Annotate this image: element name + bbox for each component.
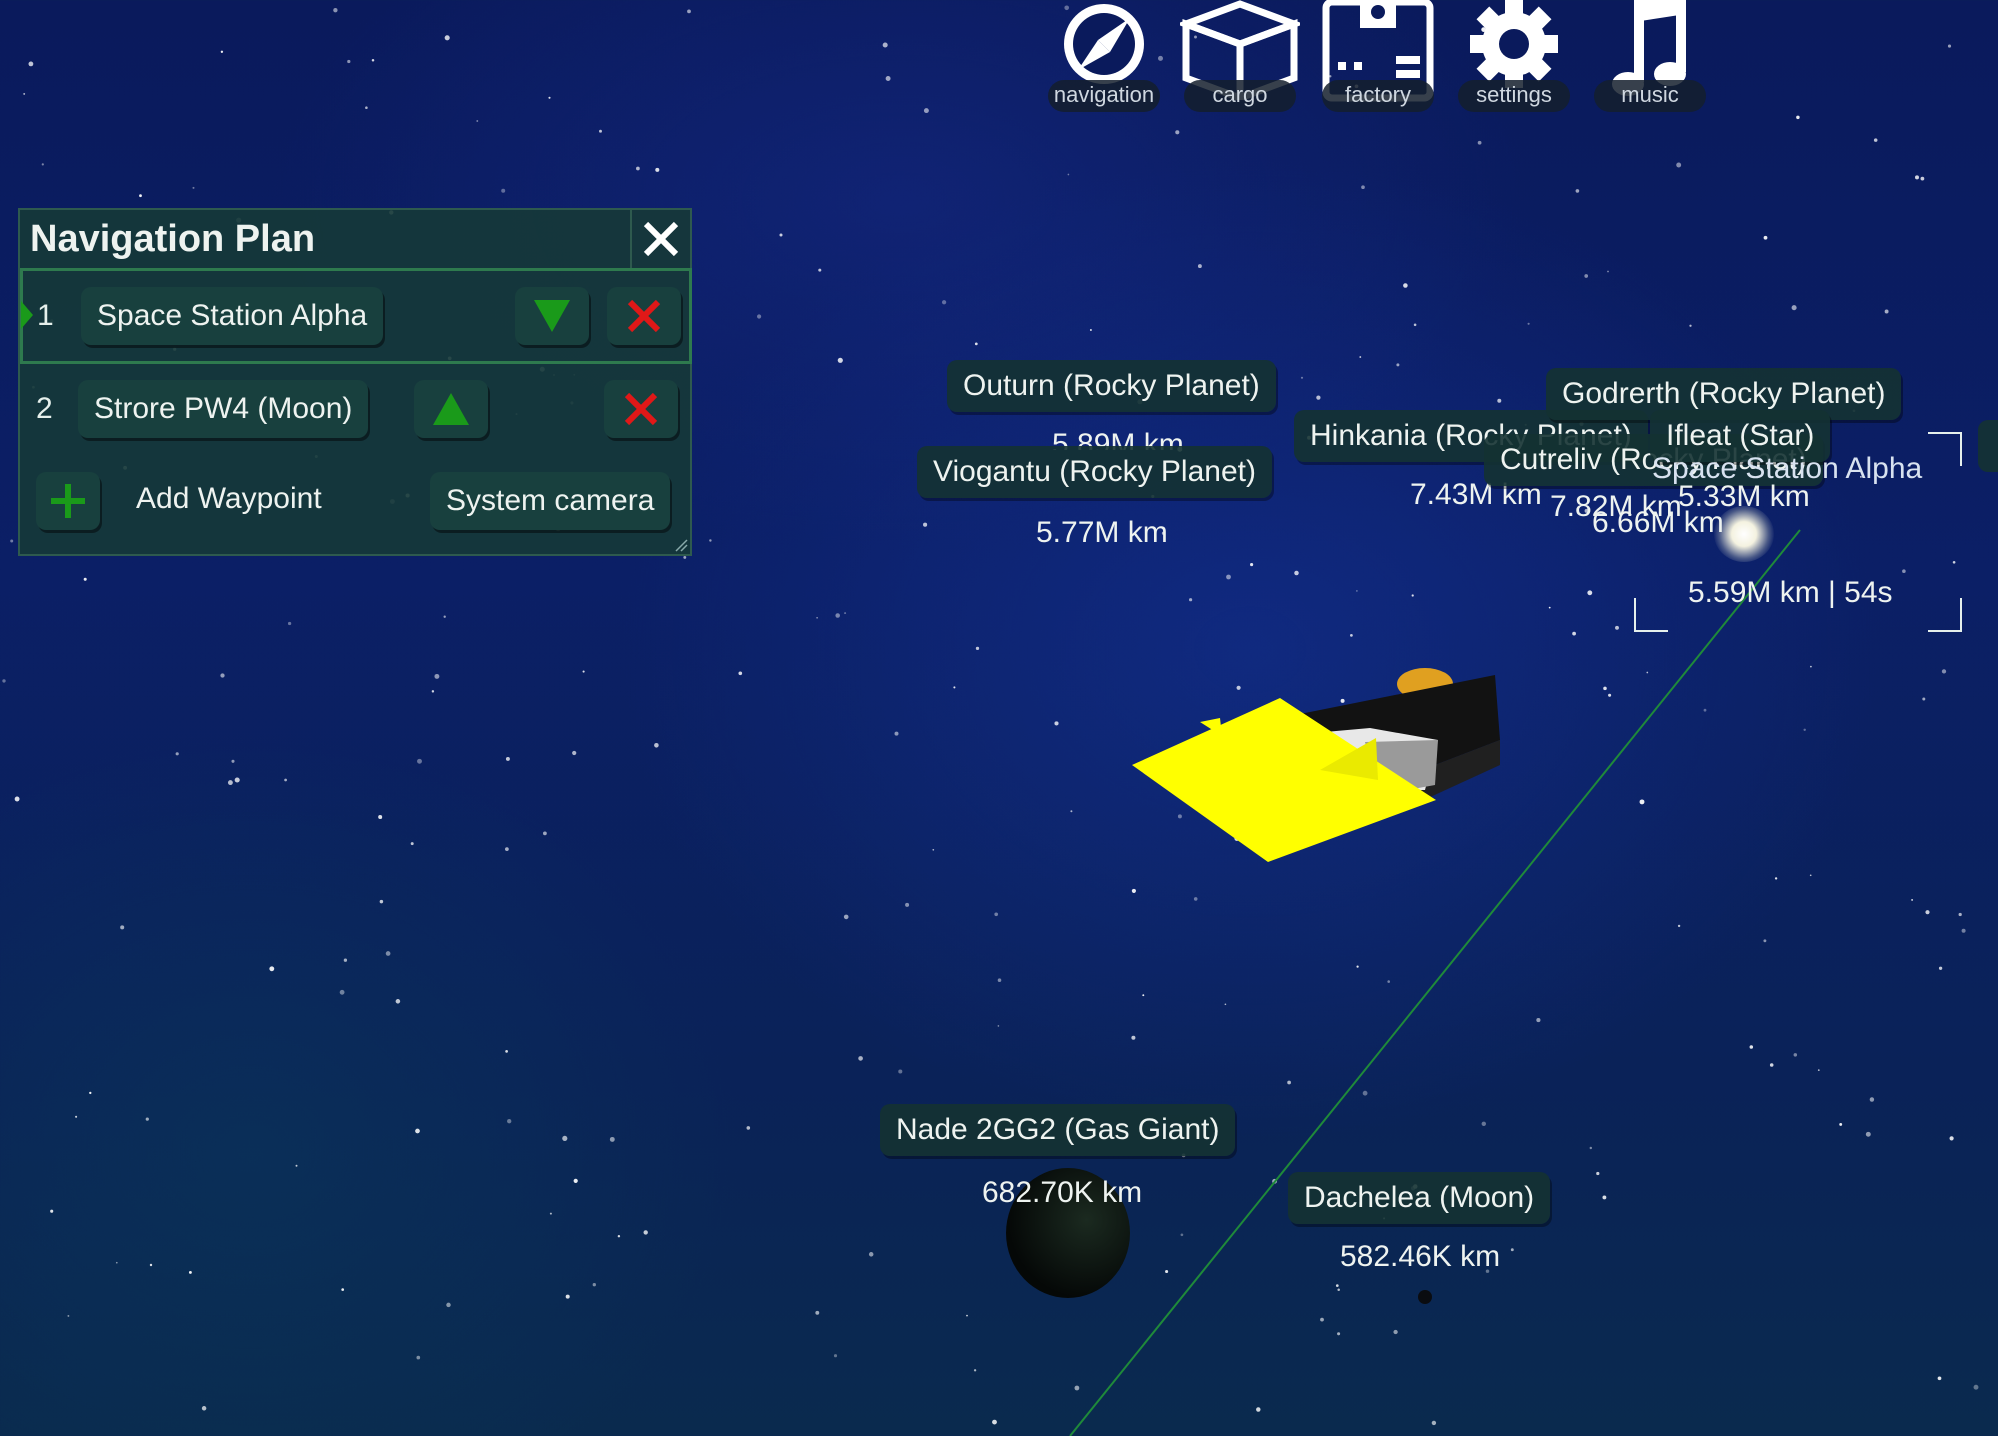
hud-navigation-label: navigation [1048, 80, 1160, 112]
waypoint-row: 1 Space Station Alpha [20, 268, 692, 364]
waypoint-number: 1 [37, 299, 54, 332]
waypoint-name-button[interactable]: Space Station Alpha [81, 287, 384, 345]
moon-body[interactable] [1418, 1290, 1432, 1304]
target-readout: 5.59M km | 54s [1688, 576, 1893, 609]
waypoint-name-button[interactable]: Strore PW4 (Moon) [78, 380, 369, 438]
remove-icon [624, 392, 658, 426]
hud-factory-label: factory [1322, 80, 1434, 112]
body-label-nade[interactable]: Nade 2GG2 (Gas Giant) [880, 1104, 1236, 1156]
panel-title: Navigation Plan [30, 218, 316, 260]
system-camera-button[interactable]: System camera [430, 472, 671, 530]
body-label-outurn[interactable]: Outurn (Rocky Planet) [947, 360, 1276, 412]
body-label-viogantu[interactable]: Viogantu (Rocky Planet) [917, 446, 1272, 498]
hud-cargo-button[interactable]: cargo [1180, 0, 1300, 112]
frame-corner [1928, 432, 1962, 466]
remove-waypoint-button[interactable] [607, 287, 681, 345]
frame-corner [1928, 598, 1962, 632]
body-distance-nade: 682.70K km [982, 1176, 1143, 1209]
arrow-up-icon [433, 393, 469, 425]
hud-settings-button[interactable]: settings [1454, 0, 1574, 112]
close-icon [643, 221, 679, 257]
add-waypoint-label[interactable]: Add Waypoint [136, 482, 322, 516]
body-distance-dachelea: 582.46K km [1340, 1240, 1501, 1273]
navigation-plan-panel: Navigation Plan 1 Space Station Alpha 2 … [18, 208, 692, 556]
move-down-button[interactable] [515, 287, 589, 345]
remove-icon [627, 299, 661, 333]
target-name: Space Station Alpha [1652, 452, 1923, 485]
hud-settings-label: settings [1458, 80, 1570, 112]
add-waypoint-icon-button[interactable] [36, 472, 100, 530]
hud-factory-button[interactable]: factory [1318, 0, 1438, 112]
hud-music-label: music [1594, 80, 1706, 112]
arrow-down-icon [534, 300, 570, 332]
active-waypoint-marker-icon [21, 301, 33, 329]
hud-cargo-label: cargo [1184, 80, 1296, 112]
waypoint-number: 2 [36, 392, 53, 425]
body-distance-viogantu: 5.77M km [1036, 516, 1168, 549]
offscreen-label-edge [1978, 420, 1998, 472]
hud-navigation-button[interactable]: navigation [1044, 0, 1164, 112]
move-up-button[interactable] [414, 380, 488, 438]
resize-handle-icon[interactable] [674, 538, 688, 552]
body-label-dachelea[interactable]: Dachelea (Moon) [1288, 1172, 1551, 1224]
close-panel-button[interactable] [630, 210, 690, 268]
compass-icon [1064, 4, 1144, 84]
gear-icon [1470, 0, 1558, 88]
hud-music-button[interactable]: music [1590, 0, 1710, 112]
plus-icon [51, 484, 85, 518]
waypoint-row: 2 Strore PW4 (Moon) [20, 364, 692, 460]
frame-corner [1634, 598, 1668, 632]
remove-waypoint-button[interactable] [604, 380, 678, 438]
player-spaceship[interactable] [1120, 660, 1520, 890]
